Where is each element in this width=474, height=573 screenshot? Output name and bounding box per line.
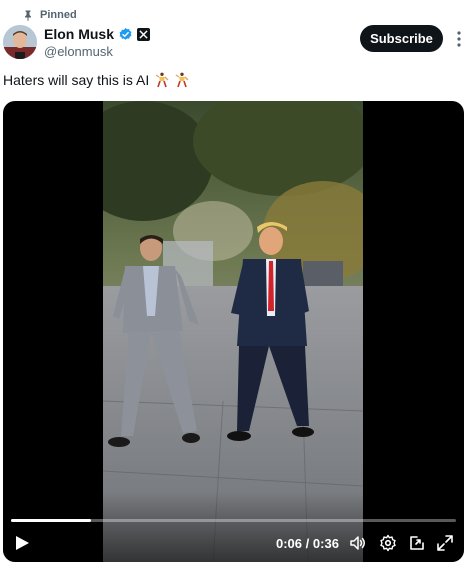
author-handle[interactable]: @elonmusk xyxy=(44,44,113,59)
progress-fill xyxy=(11,519,92,522)
current-time: 0:06 xyxy=(276,536,303,551)
fullscreen-icon[interactable] xyxy=(436,534,454,552)
pin-icon xyxy=(25,10,31,21)
pip-icon[interactable] xyxy=(408,534,426,552)
progress-bar[interactable] xyxy=(11,519,456,522)
subscribe-button[interactable]: Subscribe xyxy=(360,25,443,52)
tweet-body: Haters will say this is AI xyxy=(3,72,150,88)
tweet-text: Haters will say this is AI xyxy=(3,72,189,88)
video-player[interactable]: 0:06 / 0:36 xyxy=(3,101,464,562)
duration: 0:36 xyxy=(312,536,339,551)
dancer-emoji-icon xyxy=(155,72,169,88)
avatar[interactable] xyxy=(3,25,37,59)
time-display: 0:06 / 0:36 xyxy=(276,536,339,551)
more-icon[interactable] xyxy=(450,30,468,48)
x-affiliate-icon[interactable] xyxy=(137,27,151,41)
verified-badge-icon[interactable] xyxy=(118,27,133,42)
author-name[interactable]: Elon Musk xyxy=(44,26,114,42)
pinned-indicator: Pinned xyxy=(22,9,77,21)
time-separator: / xyxy=(305,536,310,551)
play-icon[interactable] xyxy=(13,534,31,552)
pinned-label: Pinned xyxy=(40,9,77,21)
dancer-emoji-icon xyxy=(175,72,189,88)
settings-icon[interactable] xyxy=(379,534,397,552)
volume-icon[interactable] xyxy=(349,534,367,552)
